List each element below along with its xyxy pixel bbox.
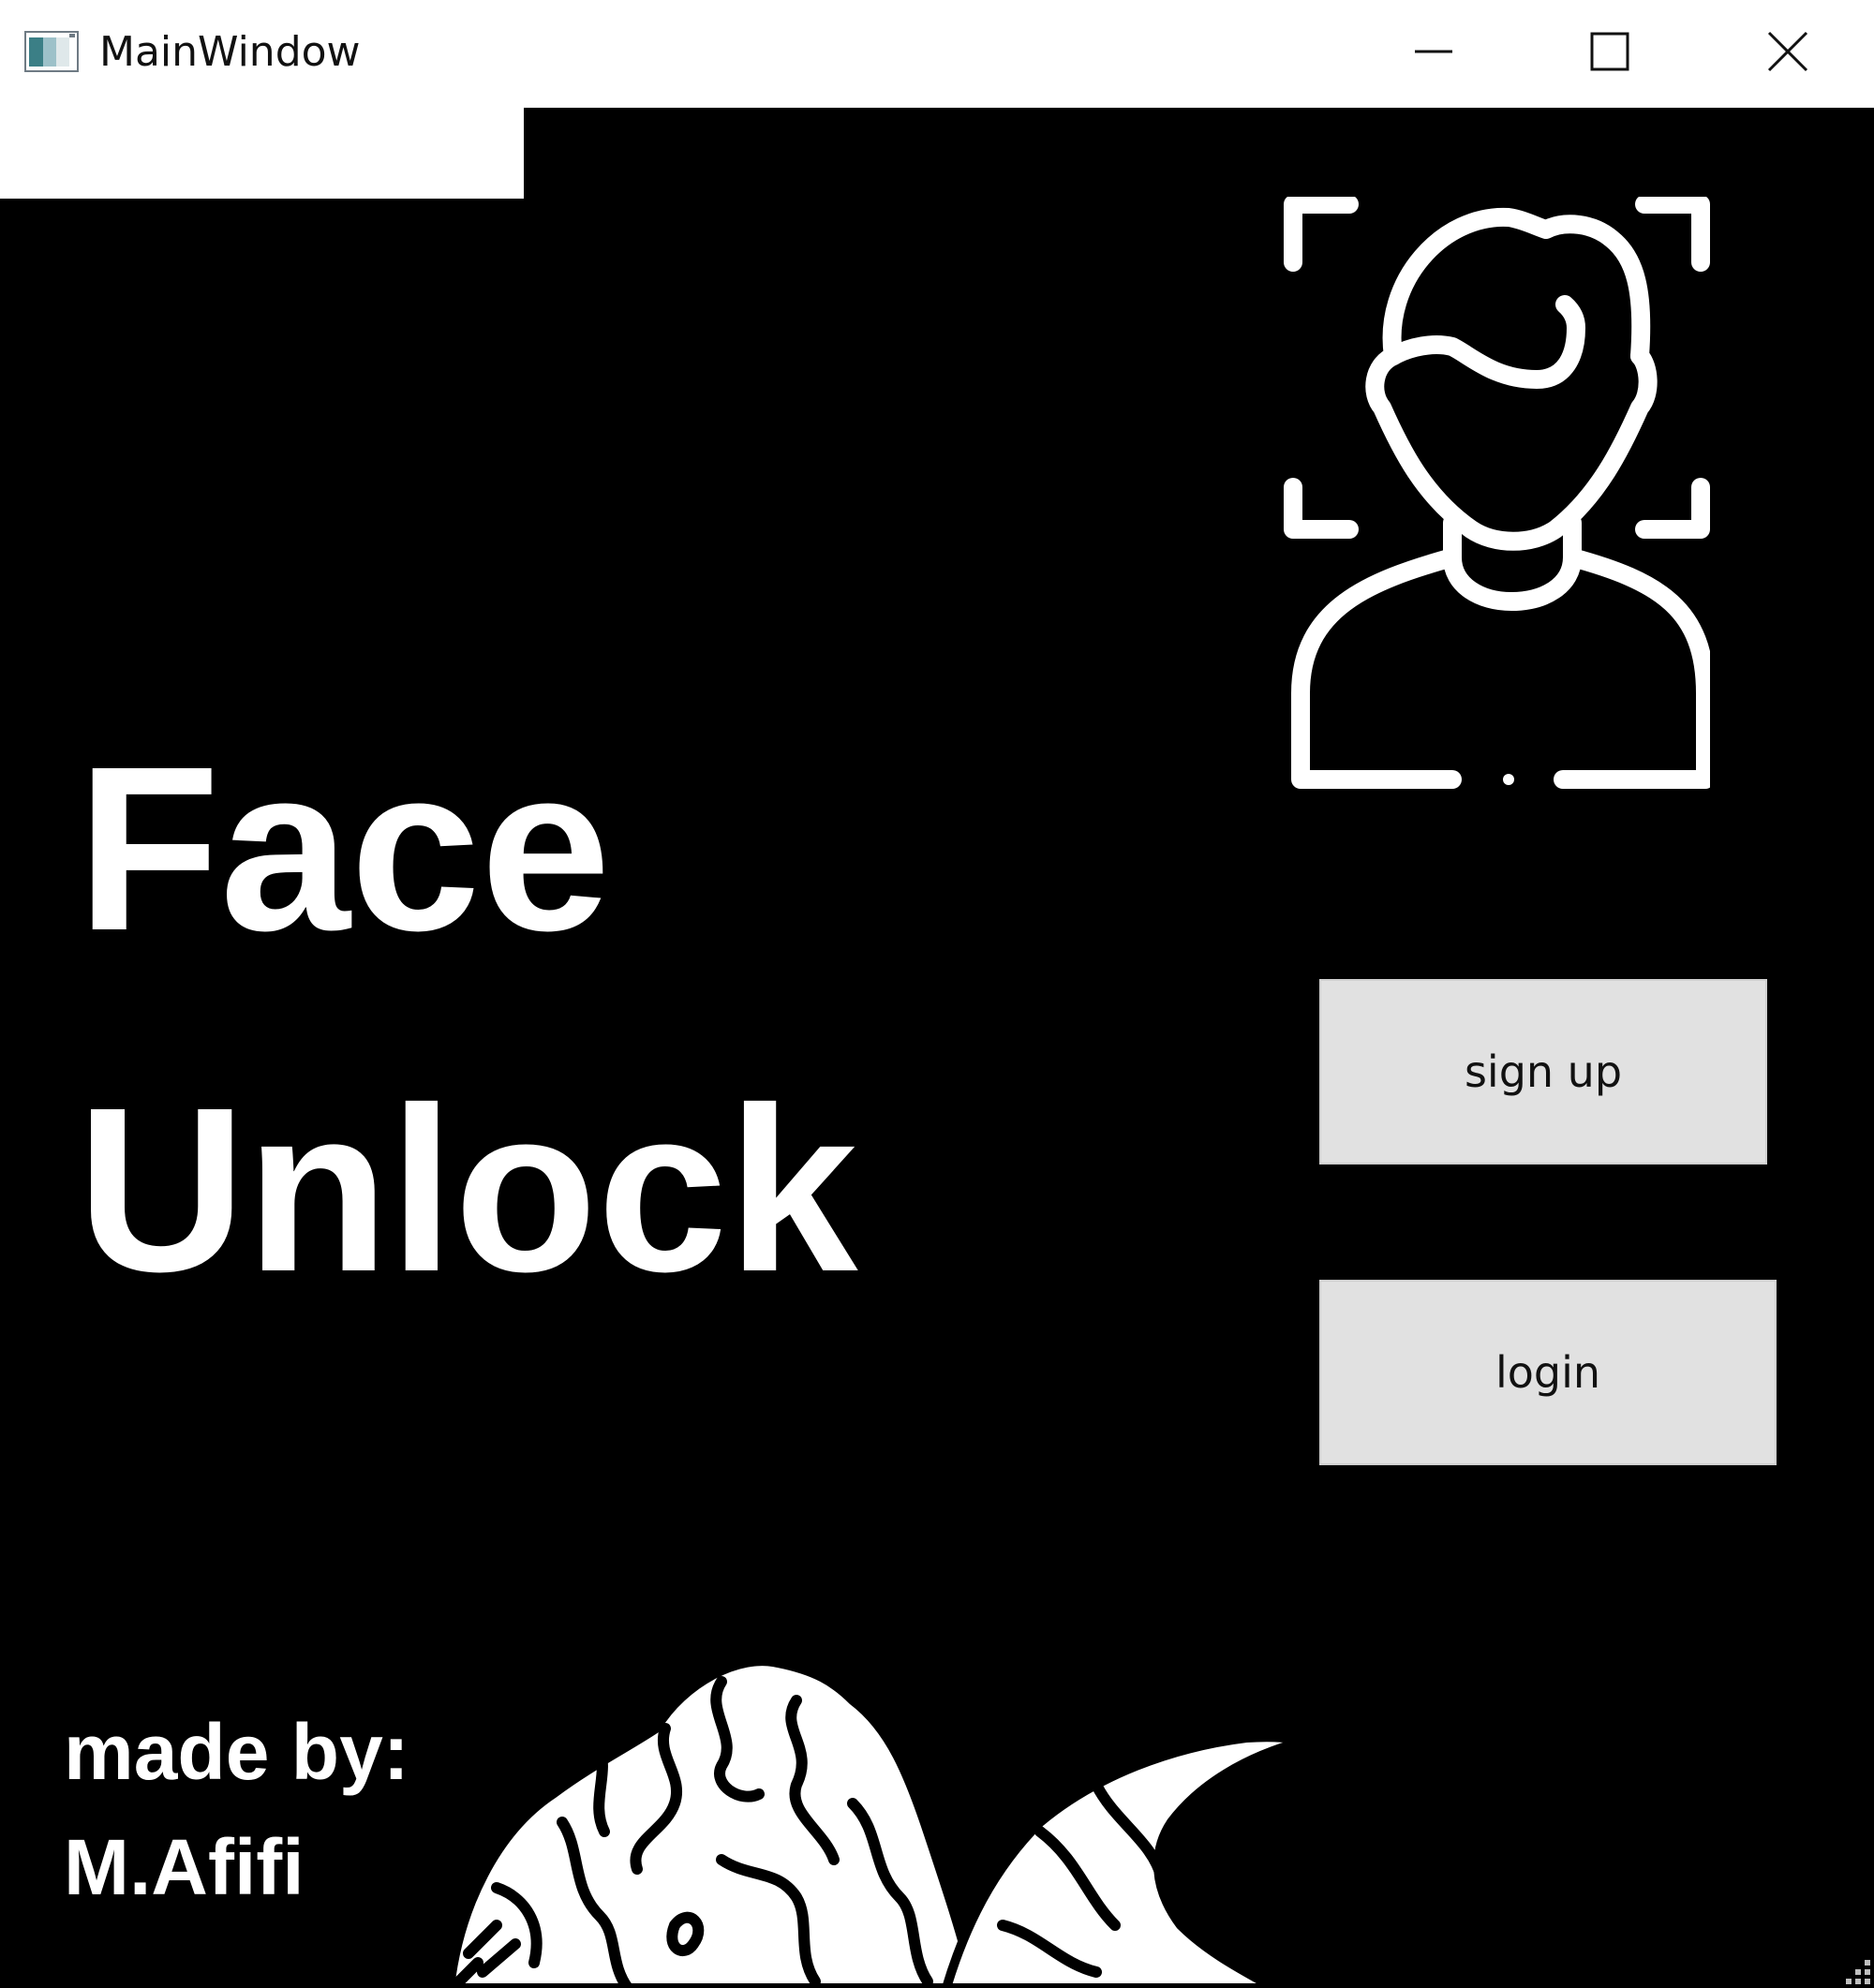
app-window-icon — [24, 31, 79, 72]
headline-unlock: Unlock — [77, 1059, 858, 1320]
decorative-artwork — [445, 1656, 1302, 1988]
credit-author: M.Afifi — [64, 1823, 305, 1911]
maximize-icon — [1590, 32, 1629, 71]
headline-face: Face — [77, 718, 611, 979]
close-icon — [1767, 31, 1808, 72]
window-title: MainWindow — [99, 28, 361, 76]
login-button[interactable]: login — [1319, 1280, 1777, 1465]
maximize-button[interactable] — [1525, 0, 1694, 103]
resize-grip-icon[interactable] — [1837, 1951, 1874, 1988]
face-recognition-icon — [1284, 197, 1710, 789]
blank-panel — [0, 108, 524, 199]
minimize-button[interactable] — [1349, 0, 1518, 103]
main-window: MainWindow Face Unlock sign up login mad… — [0, 0, 1874, 1988]
title-bar[interactable]: MainWindow — [0, 0, 1874, 109]
minimize-icon — [1415, 50, 1452, 53]
close-button[interactable] — [1703, 0, 1872, 103]
sign-up-button[interactable]: sign up — [1319, 979, 1767, 1165]
main-content: Face Unlock sign up login made by: M.Afi… — [0, 108, 1874, 1988]
credit-label: made by: — [64, 1708, 409, 1796]
